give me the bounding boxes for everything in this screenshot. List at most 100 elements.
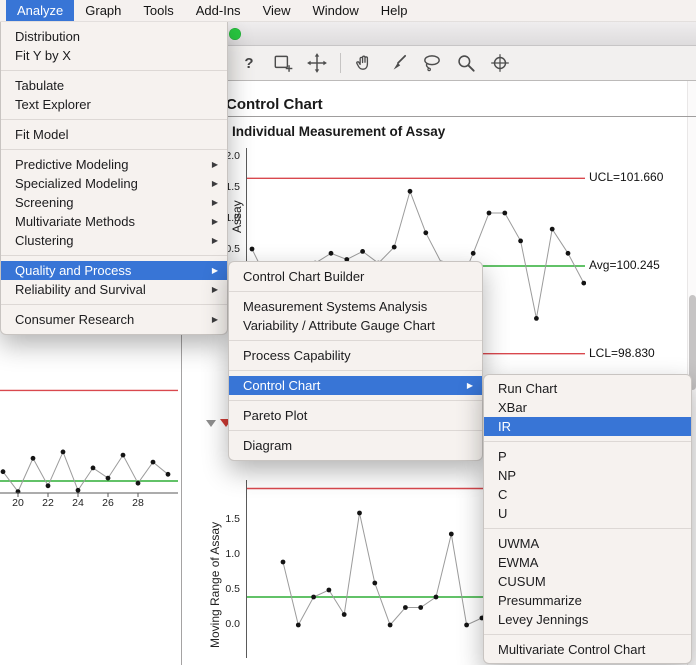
menu-item-label: EWMA <box>498 555 539 570</box>
menu-separator <box>229 286 482 297</box>
menu-item[interactable]: Text Explorer ▶ <box>1 95 227 114</box>
menu-separator <box>1 65 227 76</box>
menubar-item[interactable]: Graph <box>74 0 132 21</box>
menu-item[interactable]: Multivariate Control Chart ▶ <box>484 640 691 659</box>
magnifier-icon[interactable] <box>455 52 477 74</box>
menubar-item-label: Tools <box>143 3 174 18</box>
menu-item-label: Variability / Attribute Gauge Chart <box>243 318 435 333</box>
menu-item[interactable]: EWMA ▶ <box>484 553 691 572</box>
menu-item[interactable]: Screening ▶ <box>1 193 227 212</box>
menu-separator <box>1 144 227 155</box>
menu-item[interactable]: Predictive Modeling ▶ <box>1 155 227 174</box>
menu-item[interactable]: Consumer Research ▶ <box>1 310 227 329</box>
menu-item-label: Process Capability <box>243 348 351 363</box>
disclosure-icon[interactable] <box>206 420 216 427</box>
menu-separator <box>1 114 227 125</box>
submenu-arrow-icon: ▶ <box>211 266 218 275</box>
menu-item[interactable]: NP ▶ <box>484 466 691 485</box>
menubar-item[interactable]: Analyze <box>6 0 75 21</box>
x-tick-label: 22 <box>42 497 54 509</box>
menu-item[interactable]: Presummarize ▶ <box>484 591 691 610</box>
menubar: Analyze Graph Tools Add-Ins View Window <box>0 0 696 22</box>
menubar-item[interactable]: Help <box>370 0 419 21</box>
menubar-item[interactable]: View <box>252 0 302 21</box>
menu-item[interactable]: Clustering ▶ <box>1 231 227 250</box>
menu-item[interactable]: Distribution ▶ <box>1 27 227 46</box>
background-chart[interactable] <box>0 380 178 515</box>
menu-item[interactable]: Fit Y by X ▶ <box>1 46 227 65</box>
menu-item[interactable]: U ▶ <box>484 504 691 523</box>
menu-item-label: Diagram <box>243 438 293 453</box>
menu-item[interactable]: Multivariate Methods ▶ <box>1 212 227 231</box>
ucl-label: UCL=101.660 <box>589 170 664 184</box>
submenu-arrow-icon: ▶ <box>211 217 218 226</box>
add-window-icon[interactable] <box>272 52 294 74</box>
analyze-menu: Distribution ▶ Fit Y by X ▶ Tabulate ▶ T… <box>0 22 228 335</box>
menu-separator <box>484 436 691 447</box>
menu-item[interactable]: Process Capability ▶ <box>229 346 482 365</box>
menu-item-label: Pareto Plot <box>243 408 308 423</box>
menu-separator <box>229 425 482 436</box>
menubar-item-label: Add-Ins <box>195 3 241 18</box>
menu-item-label: Text Explorer <box>15 97 91 112</box>
help-glyph: ? <box>244 54 254 72</box>
menubar-item-label: Window <box>312 3 359 18</box>
menu-item-label: Quality and Process <box>15 263 132 278</box>
menu-item-label: U <box>498 506 508 521</box>
menu-item[interactable]: Fit Model ▶ <box>1 125 227 144</box>
move-tool-icon[interactable] <box>306 52 328 74</box>
hand-tool-icon[interactable] <box>353 52 375 74</box>
menu-item-label: Fit Model <box>15 127 69 142</box>
menu-item[interactable]: C ▶ <box>484 485 691 504</box>
menu-item-label: Multivariate Methods <box>15 214 135 229</box>
menu-item-label: NP <box>498 468 517 483</box>
menu-item[interactable]: Control Chart ▶ <box>229 376 482 395</box>
menu-item[interactable]: Diagram ▶ <box>229 436 482 455</box>
menu-item[interactable]: Levey Jennings ▶ <box>484 610 691 629</box>
section-divider <box>204 116 696 117</box>
menu-item[interactable]: IR ▶ <box>484 417 691 436</box>
menu-separator <box>484 523 691 534</box>
menubar-item[interactable]: Window <box>302 0 370 21</box>
menu-item-label: Specialized Modeling <box>15 176 138 191</box>
submenu-arrow-icon: ▶ <box>211 179 218 188</box>
menu-separator <box>229 335 482 346</box>
menu-item[interactable]: Tabulate ▶ <box>1 76 227 95</box>
control-chart-menu: Run Chart ▶ XBar ▶ IR ▶ P ▶ NP ▶ <box>483 374 692 664</box>
lasso-tool-icon[interactable] <box>421 52 443 74</box>
y-tick-label: 1.5 <box>225 513 240 525</box>
help-icon[interactable]: ? <box>238 52 260 74</box>
menubar-item-label: Help <box>380 3 408 18</box>
menu-item[interactable]: Reliability and Survival ▶ <box>1 280 227 299</box>
menu-separator <box>229 365 482 376</box>
window-titlebar[interactable] <box>181 22 696 46</box>
menu-item[interactable]: XBar ▶ <box>484 398 691 417</box>
menubar-item-label: Graph <box>85 3 122 18</box>
menu-item[interactable]: Variability / Attribute Gauge Chart ▶ <box>229 316 482 335</box>
menu-item-label: Distribution <box>15 29 81 44</box>
menu-item-label: CUSUM <box>498 574 546 589</box>
submenu-arrow-icon: ▶ <box>211 160 218 169</box>
lcl-label: LCL=98.830 <box>589 346 655 360</box>
menu-separator <box>484 629 691 640</box>
crosshair-icon[interactable] <box>489 52 511 74</box>
menu-item-label: Predictive Modeling <box>15 157 129 172</box>
menu-item[interactable]: Control Chart Builder ▶ <box>229 267 482 286</box>
menu-item-label: Presummarize <box>498 593 582 608</box>
menubar-item[interactable]: Add-Ins <box>185 0 252 21</box>
menu-item[interactable]: CUSUM ▶ <box>484 572 691 591</box>
menu-item[interactable]: P ▶ <box>484 447 691 466</box>
menu-item-label: Control Chart <box>243 378 321 393</box>
zoom-button[interactable] <box>229 28 241 40</box>
menu-item-label: Screening <box>15 195 74 210</box>
submenu-arrow-icon: ▶ <box>211 315 218 324</box>
menu-item[interactable]: UWMA ▶ <box>484 534 691 553</box>
menu-item[interactable]: Quality and Process ▶ <box>1 261 227 280</box>
menu-item[interactable]: Specialized Modeling ▶ <box>1 174 227 193</box>
menubar-item[interactable]: Tools <box>132 0 184 21</box>
menu-item[interactable]: Run Chart ▶ <box>484 379 691 398</box>
brush-tool-icon[interactable] <box>387 52 409 74</box>
menu-item[interactable]: Measurement Systems Analysis ▶ <box>229 297 482 316</box>
menu-item-label: Clustering <box>15 233 74 248</box>
menu-item[interactable]: Pareto Plot ▶ <box>229 406 482 425</box>
